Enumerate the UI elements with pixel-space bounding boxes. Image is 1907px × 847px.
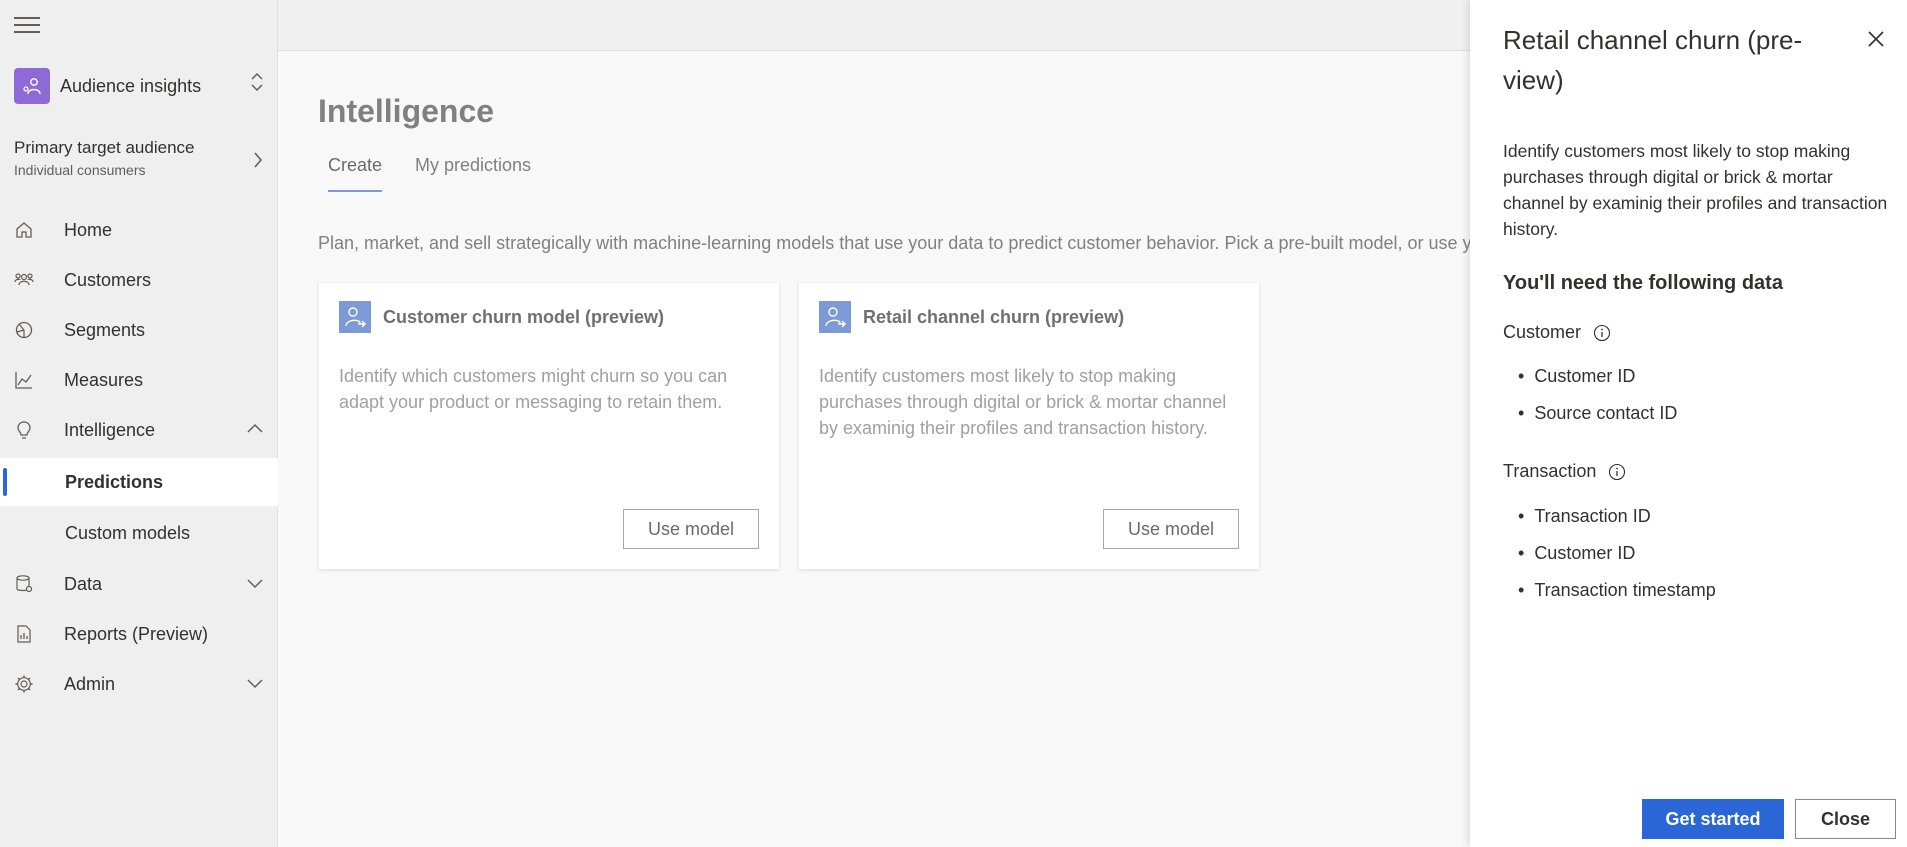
lightbulb-icon xyxy=(17,421,31,439)
list-item: Customer ID xyxy=(1518,543,1635,564)
page-title: Intelligence xyxy=(318,93,495,129)
hamburger-menu-icon[interactable] xyxy=(14,17,40,37)
sidebar-item-segments[interactable]: Segments xyxy=(0,307,278,353)
card-description: Identify customers most likely to stop m… xyxy=(819,366,1227,438)
use-model-button[interactable]: Use model xyxy=(1103,509,1239,549)
panel-title: Retail channel churn (pre-view) xyxy=(1503,25,1803,95)
panel-description: Identify customers most likely to stop m… xyxy=(1503,141,1888,239)
required-data-heading: You'll need the following data xyxy=(1503,272,1783,294)
sidebar-subitem-label: Predictions xyxy=(65,472,164,492)
active-indicator xyxy=(3,468,7,496)
chevron-right-icon xyxy=(254,152,263,168)
card-title: Customer churn model (preview) xyxy=(383,307,665,327)
sidebar-item-predictions[interactable]: Predictions xyxy=(0,458,278,506)
data-group-transaction: Transaction xyxy=(1503,461,1626,482)
sidebar-item-custom-models[interactable]: Custom models xyxy=(0,509,278,557)
sidebar-item-label: Measures xyxy=(64,369,144,390)
info-icon[interactable] xyxy=(1608,463,1626,481)
details-panel: Retail channel churn (pre-view) Identify… xyxy=(1470,0,1907,847)
card-title: Retail channel churn (preview) xyxy=(863,307,1125,327)
sidebar-item-label: Home xyxy=(64,219,113,240)
sidebar-item-label: Data xyxy=(64,573,103,594)
group-label: Transaction xyxy=(1503,461,1597,481)
audience-subtitle: Individual consumers xyxy=(14,162,146,178)
gear-icon xyxy=(15,675,33,693)
sidebar-item-label: Segments xyxy=(64,319,146,340)
get-started-button[interactable]: Get started xyxy=(1642,799,1784,839)
audience-title: Primary target audience xyxy=(14,138,195,157)
person-arrow-icon xyxy=(339,301,371,333)
sidebar-item-home[interactable]: Home xyxy=(0,207,278,253)
chart-icon xyxy=(15,372,32,389)
data-group-customer: Customer xyxy=(1503,322,1611,343)
report-icon xyxy=(17,625,31,643)
sidebar-item-data[interactable]: Data xyxy=(0,561,278,607)
left-nav: Audience insights Primary target audienc… xyxy=(0,0,278,847)
segments-icon xyxy=(15,321,33,339)
group-label: Customer xyxy=(1503,322,1582,342)
people-icon xyxy=(14,273,34,286)
sidebar-item-label: Admin xyxy=(64,673,116,694)
chevron-down-icon xyxy=(247,679,263,689)
list-item: Transaction ID xyxy=(1518,506,1650,527)
card-description: Identify which customers might churn so … xyxy=(339,366,728,412)
audience-selector[interactable]: Primary target audience Individual consu… xyxy=(14,138,264,188)
app-name: Audience insights xyxy=(60,75,202,96)
chevron-down-icon xyxy=(247,579,263,589)
sidebar-item-label: Customers xyxy=(64,269,152,290)
sidebar-item-customers[interactable]: Customers xyxy=(0,257,278,303)
home-icon xyxy=(16,222,32,238)
intro-text: Plan, market, and sell strategically wit… xyxy=(318,233,1512,253)
info-icon[interactable] xyxy=(1593,324,1611,342)
list-item: Transaction timestamp xyxy=(1518,580,1715,601)
chevron-updown-icon xyxy=(250,72,264,94)
list-item: Customer ID xyxy=(1518,366,1635,387)
model-card-customer-churn: Customer churn model (preview) Identify … xyxy=(319,283,779,569)
sidebar-item-reports[interactable]: Reports (Preview) xyxy=(0,611,278,657)
sidebar-subitem-label: Custom models xyxy=(65,523,191,543)
app-switcher[interactable]: Audience insights xyxy=(14,68,264,104)
person-arrow-icon xyxy=(819,301,851,333)
tab-create[interactable]: Create xyxy=(328,155,383,192)
sidebar-item-label: Intelligence xyxy=(64,419,156,440)
tab-my-predictions[interactable]: My predictions xyxy=(415,155,531,190)
chevron-up-icon xyxy=(247,423,263,433)
audience-insights-icon xyxy=(14,68,50,104)
sidebar-item-intelligence[interactable]: Intelligence xyxy=(0,407,278,453)
close-icon[interactable] xyxy=(1865,28,1887,50)
sidebar-item-admin[interactable]: Admin xyxy=(0,661,278,707)
sidebar-item-label: Reports (Preview) xyxy=(64,623,209,644)
close-button[interactable]: Close xyxy=(1795,799,1896,839)
use-model-button[interactable]: Use model xyxy=(623,509,759,549)
model-card-retail-channel-churn: Retail channel churn (preview) Identify … xyxy=(799,283,1259,569)
sidebar-item-measures[interactable]: Measures xyxy=(0,357,278,403)
database-icon xyxy=(16,575,33,593)
list-item: Source contact ID xyxy=(1518,403,1677,424)
